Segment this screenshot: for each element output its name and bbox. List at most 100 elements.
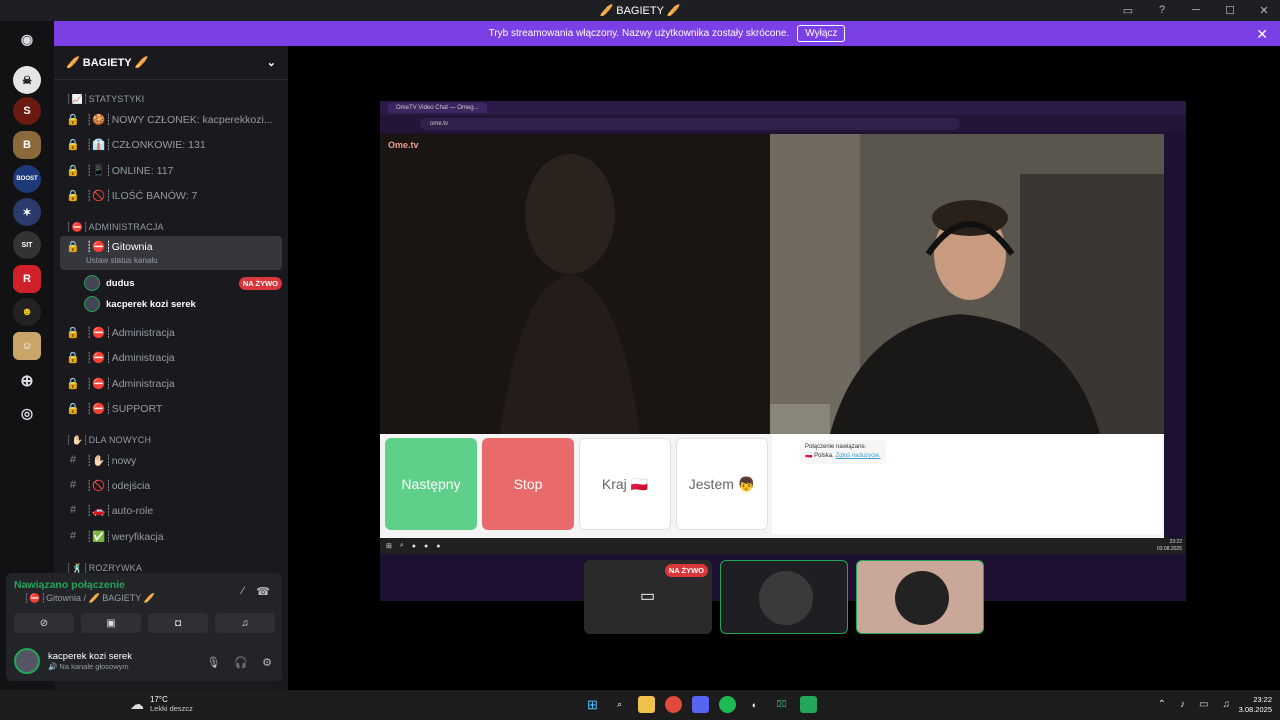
voice-user-dudus[interactable]: dudus: [84, 275, 135, 291]
help-icon[interactable]: ?: [1154, 2, 1170, 18]
channel-label: ┊⛔┊Gitownia: [86, 241, 153, 253]
channel-stat-1[interactable]: 🔒 ┊🍪┊NOWY CZŁONEK: kacperekkozi...: [60, 107, 282, 131]
stop-button[interactable]: Stop: [482, 438, 574, 530]
avatar: [759, 571, 813, 625]
connection-status[interactable]: Nawiązano połączenie: [14, 579, 125, 591]
lock-icon: 🔒: [66, 164, 80, 177]
app-icon[interactable]: [800, 696, 817, 713]
participant-tile-user[interactable]: [856, 560, 984, 634]
avatar: [14, 648, 40, 674]
headphones-icon[interactable]: 🎧: [234, 656, 248, 669]
channel-label: ┊👔┊CZŁONKOWIE: 131: [86, 138, 206, 151]
channel-admin-3[interactable]: 🔒 ┊⛔┊Administracja: [60, 371, 282, 395]
voice-connection-panel: Nawiązano połączenie ┊⛔┊Gitownia / 🥖 BAG…: [6, 573, 282, 681]
camera-button[interactable]: ⊘: [14, 613, 74, 633]
lock-icon: 🔒: [66, 138, 80, 151]
server-icon-6[interactable]: SIT: [13, 231, 41, 259]
weather-description: Lekki deszcz: [150, 704, 193, 713]
channel-odejscia[interactable]: # ┊🚫┊odejścia: [60, 473, 282, 497]
chat-box[interactable]: Połączenie nawiązane. 🇵🇱 Polska. Zgłoś n…: [772, 434, 1162, 534]
server-icon-r[interactable]: R: [13, 265, 41, 293]
soundboard-icon: ♫: [241, 617, 249, 629]
channel-admin-1[interactable]: 🔒 ┊⛔┊Administracja: [60, 320, 282, 344]
volume-icon[interactable]: ♫: [1223, 699, 1231, 710]
channel-admin-2[interactable]: 🔒 ┊⛔┊Administracja: [60, 345, 282, 369]
discover-icon[interactable]: ◎: [13, 399, 41, 427]
steam-icon[interactable]: ◐: [746, 696, 763, 713]
noise-suppression-icon[interactable]: ⁄: [242, 585, 244, 597]
lock-icon: 🔒: [66, 113, 80, 126]
banner-text: Tryb streamowania włączony. Nazwy użytko…: [488, 28, 790, 39]
lock-icon: 🔒: [66, 241, 80, 253]
inbox-icon[interactable]: ▭: [1120, 2, 1136, 18]
chrome-icon[interactable]: [665, 696, 682, 713]
disable-streamer-mode-button[interactable]: Wyłącz: [797, 25, 846, 42]
server-icon-8[interactable]: ☻: [13, 298, 41, 326]
terminal-icon[interactable]: ⌧: [773, 696, 790, 713]
discord-home-icon[interactable]: ◉: [13, 25, 41, 53]
file-explorer-icon[interactable]: [638, 696, 655, 713]
chevron-up-icon[interactable]: ⌃: [1158, 699, 1166, 710]
server-icon-booster[interactable]: BOOST: [13, 165, 41, 193]
add-server-icon[interactable]: ⊕: [13, 367, 41, 395]
next-button[interactable]: Następny: [385, 438, 477, 530]
server-icon-2[interactable]: S: [13, 97, 41, 125]
channel-gitownia[interactable]: 🔒 ┊⛔┊Gitownia Ustaw status kanału: [60, 236, 282, 270]
country-button[interactable]: Kraj 🇵🇱: [579, 438, 671, 530]
windows-start-icon[interactable]: ⊞: [584, 696, 601, 713]
chat-line: Połączenie nawiązane.: [805, 444, 867, 450]
spotify-icon[interactable]: [719, 696, 736, 713]
start-icon: ⊞: [386, 543, 392, 550]
category-admin[interactable]: ┊⛔┊ADMINISTRACJA: [66, 222, 164, 233]
chat-country: 🇵🇱 Polska.: [805, 453, 834, 459]
microphone-icon[interactable]: ♪: [1180, 699, 1185, 710]
voice-user-kacperek[interactable]: kacperek kozi serek: [84, 296, 196, 312]
server-icon-9[interactable]: ☺: [13, 332, 41, 360]
server-icon-1[interactable]: ☠: [13, 66, 41, 94]
channel-support[interactable]: 🔒 ┊⛔┊SUPPORT: [60, 396, 282, 420]
voice-channel-link[interactable]: ┊⛔┊Gitownia / 🥖 BAGIETY 🥖: [24, 593, 155, 604]
channel-label: ┊⛔┊SUPPORT: [86, 402, 163, 415]
category-stats[interactable]: ┊📈┊STATYSTYKI: [66, 94, 144, 105]
report-link[interactable]: Zgłoś naduzycie.: [836, 453, 881, 459]
system-clock[interactable]: 23:22 3.08.2025: [1239, 695, 1272, 715]
guild-header[interactable]: 🥖 BAGIETY 🥖 ⌄: [54, 46, 288, 80]
disconnect-icon[interactable]: ☎: [256, 585, 270, 598]
close-icon[interactable]: ✕: [1256, 26, 1268, 43]
discord-icon[interactable]: [692, 696, 709, 713]
url-field[interactable]: ome.tv: [420, 118, 960, 130]
participant-tile-stream[interactable]: NA ŻYWO ▭: [584, 560, 712, 634]
gender-button[interactable]: Jestem 👦: [676, 438, 768, 530]
weather-widget[interactable]: ☁ 17°C Lekki deszcz: [130, 695, 193, 713]
participant-tile-user[interactable]: [720, 560, 848, 634]
channel-label: ┊✅┊weryfikacja: [86, 530, 164, 543]
stream-view[interactable]: OmeTV Video Chat — Omeg... ome.tv Ome.tv: [288, 46, 1280, 690]
maximize-button[interactable]: ☐: [1222, 2, 1238, 18]
server-icon-bagiety[interactable]: B: [13, 131, 41, 159]
channel-label: ┊⛔┊Administracja: [86, 351, 175, 364]
channel-stat-4[interactable]: 🔒 ┊🚫┊ILOŚĆ BANÓW: 7: [60, 183, 282, 207]
shared-screen[interactable]: OmeTV Video Chat — Omeg... ome.tv Ome.tv: [380, 101, 1186, 601]
channel-status[interactable]: Ustaw status kanału: [86, 256, 158, 265]
microphone-icon[interactable]: 🎙: [206, 656, 220, 669]
server-icon-star[interactable]: ✶: [13, 198, 41, 226]
avatar: [895, 571, 949, 625]
network-icon[interactable]: ▭: [1199, 699, 1208, 710]
channel-stat-2[interactable]: 🔒 ┊👔┊CZŁONKOWIE: 131: [60, 132, 282, 156]
channel-stat-3[interactable]: 🔒 ┊📱┊ONLINE: 117: [60, 158, 282, 182]
screen-share-button[interactable]: ▣: [81, 613, 141, 633]
close-window-button[interactable]: ✕: [1256, 2, 1272, 18]
category-newbies[interactable]: ┊✋🏻┊DLA NOWYCH: [66, 435, 151, 446]
channel-weryfikacja[interactable]: # ┊✅┊weryfikacja: [60, 524, 282, 548]
hash-icon: #: [69, 530, 77, 542]
user-panel[interactable]: kacperek kozi serek 🔊 Na kanale głosowym: [14, 648, 132, 674]
browser-tab[interactable]: OmeTV Video Chat — Omeg...: [388, 103, 487, 113]
channel-auto-role[interactable]: # ┊🚗┊auto-role: [60, 498, 282, 522]
settings-gear-icon[interactable]: ⚙: [262, 656, 272, 669]
soundboard-button[interactable]: ♫: [215, 613, 275, 633]
browser-sidebar: [1164, 134, 1186, 538]
minimize-button[interactable]: ─: [1188, 2, 1204, 18]
search-icon[interactable]: ⌕: [611, 696, 628, 713]
channel-nowy[interactable]: # ┊✋🏻┊nowy: [60, 448, 282, 472]
activities-button[interactable]: ◘: [148, 613, 208, 633]
